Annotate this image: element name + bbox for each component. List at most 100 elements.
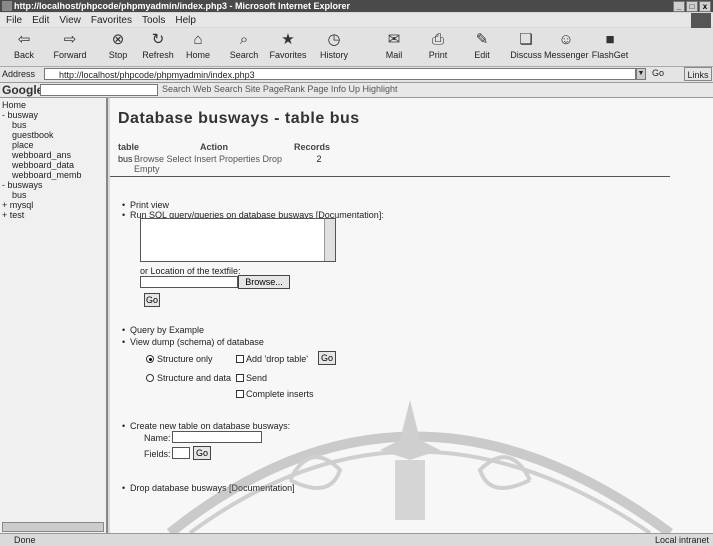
- discuss-button[interactable]: ❏ Discuss: [504, 30, 548, 60]
- refresh-icon: ↻: [151, 31, 165, 48]
- favorites-icon: ★: [281, 31, 295, 48]
- browser-toolbar: ⇦ Back ⇨ Forward ⊗ Stop ↻ Refresh ⌂ Home ⌕ Sea…: [0, 28, 713, 67]
- nav-table-webboard-ans[interactable]: webboard_ans: [2, 150, 106, 160]
- window-controls: _ □ x: [673, 1, 711, 12]
- send-label: Send: [246, 373, 268, 383]
- address-dropdown-icon[interactable]: ▼: [636, 68, 646, 80]
- nav-db-mysql[interactable]: + mysql: [2, 200, 106, 210]
- query-by-example-link[interactable]: Query by Example: [122, 325, 204, 335]
- nav-home[interactable]: Home: [2, 100, 106, 110]
- menu-file[interactable]: File: [6, 15, 22, 26]
- nav-table-webboard-memb[interactable]: webboard_memb: [2, 170, 106, 180]
- textfile-input[interactable]: [140, 276, 238, 288]
- search-button[interactable]: ⌕ Search: [222, 30, 266, 60]
- favorites-button[interactable]: ★ Favorites: [266, 30, 310, 60]
- name-label: Name:: [144, 433, 171, 443]
- nav-tree: Home - busway bus guestbook place webboa…: [0, 98, 106, 220]
- menu-bar: File Edit View Favorites Tools Help: [0, 13, 713, 27]
- stop-icon: ⊗: [111, 31, 125, 48]
- google-search-input[interactable]: [40, 84, 158, 96]
- row-records: 2: [316, 154, 322, 164]
- flashget-button[interactable]: ■ FlashGet: [588, 30, 632, 60]
- fields-count-input[interactable]: [172, 447, 190, 459]
- browse-button[interactable]: Browse...: [238, 275, 290, 289]
- address-input[interactable]: http://localhost/phpcode/phpmyadmin/inde…: [44, 68, 636, 80]
- address-bar: Address http://localhost/phpcode/phpmyad…: [0, 67, 713, 83]
- window-title: http://localhost/phpcode/phpmyadmin/inde…: [14, 1, 351, 11]
- structure-and-data-radio[interactable]: [146, 374, 154, 382]
- col-action: Action: [200, 142, 228, 152]
- print-button[interactable]: ⎙ Print: [416, 30, 460, 60]
- menu-tools[interactable]: Tools: [142, 15, 165, 26]
- window-titlebar: http://localhost/phpcode/phpmyadmin/inde…: [0, 0, 713, 12]
- mail-icon: ✉: [387, 31, 401, 48]
- back-arrow-icon: ⇦: [17, 31, 31, 48]
- maximize-button[interactable]: □: [686, 1, 698, 12]
- status-bar: Done Local intranet: [0, 533, 713, 546]
- links-button[interactable]: Links: [684, 67, 712, 81]
- col-table: table: [118, 142, 140, 152]
- create-table-go-button[interactable]: Go: [193, 446, 211, 460]
- add-drop-table-label: Add 'drop table': [246, 354, 308, 364]
- address-label: Address: [2, 69, 36, 79]
- menu-view[interactable]: View: [59, 15, 81, 26]
- main-frame: Database busways - table bus table Actio…: [110, 98, 713, 533]
- dump-go-button[interactable]: Go: [318, 351, 336, 365]
- google-logo[interactable]: Google: [2, 83, 43, 97]
- col-records: Records: [294, 142, 331, 152]
- mail-button[interactable]: ✉ Mail: [372, 30, 416, 60]
- nav-horizontal-scrollbar[interactable]: [2, 522, 104, 532]
- discuss-icon: ❏: [519, 31, 533, 48]
- back-button[interactable]: ⇦ Back: [2, 30, 46, 60]
- home-button[interactable]: ⌂ Home: [176, 30, 220, 60]
- edit-button[interactable]: ✎ Edit: [460, 30, 504, 60]
- create-table-label: Create new table on database busways:: [122, 421, 290, 431]
- messenger-button[interactable]: ☺ Messenger: [544, 30, 589, 60]
- menu-edit[interactable]: Edit: [32, 15, 49, 26]
- menu-help[interactable]: Help: [175, 15, 196, 26]
- history-button[interactable]: ◷ History: [312, 30, 356, 60]
- nav-db-test[interactable]: + test: [2, 210, 106, 220]
- nav-db-busways[interactable]: - busways: [2, 180, 106, 190]
- nav-table-place[interactable]: place: [2, 140, 106, 150]
- nav-frame: Home - busway bus guestbook place webboa…: [0, 98, 108, 533]
- status-zone: Local intranet: [654, 535, 709, 545]
- sql-query-textarea[interactable]: [140, 218, 336, 262]
- complete-inserts-checkbox[interactable]: [236, 390, 244, 398]
- minimize-button[interactable]: _: [673, 1, 685, 12]
- flashget-icon: ■: [605, 31, 615, 48]
- drop-database-link[interactable]: Drop database busways [Documentation]: [122, 483, 295, 493]
- new-table-name-input[interactable]: [172, 431, 262, 443]
- nav-table-guestbook[interactable]: guestbook: [2, 130, 106, 140]
- sql-go-button[interactable]: Go: [144, 293, 160, 307]
- home-icon: ⌂: [193, 31, 203, 48]
- nav-db-busway[interactable]: - busway: [2, 110, 106, 120]
- history-icon: ◷: [327, 31, 341, 48]
- textfile-location-label: or Location of the textfile:: [140, 266, 241, 276]
- structure-only-label: Structure only: [157, 354, 213, 364]
- complete-inserts-label: Complete inserts: [246, 389, 314, 399]
- row-actions[interactable]: Browse Select Insert Properties Drop Emp…: [134, 154, 294, 174]
- textarea-scrollbar[interactable]: [324, 219, 335, 261]
- forward-button[interactable]: ⇨ Forward: [48, 30, 92, 60]
- nav-table-webboard-data[interactable]: webboard_data: [2, 160, 106, 170]
- add-drop-table-checkbox[interactable]: [236, 355, 244, 363]
- forward-arrow-icon: ⇨: [63, 31, 77, 48]
- divider: [110, 176, 670, 177]
- google-toolbar: Google Search Web Search Site PageRank P…: [0, 83, 713, 98]
- refresh-button[interactable]: ↻ Refresh: [136, 30, 180, 60]
- google-toolbar-items[interactable]: Search Web Search Site PageRank Page Inf…: [162, 84, 397, 94]
- go-button[interactable]: Go: [652, 68, 664, 78]
- edit-icon: ✎: [475, 31, 489, 48]
- table-summary: table Action Records bus Browse Select I…: [118, 142, 344, 174]
- nav-table-bus-2[interactable]: bus: [2, 190, 106, 200]
- menu-favorites[interactable]: Favorites: [91, 15, 132, 26]
- messenger-icon: ☺: [558, 31, 574, 48]
- close-button[interactable]: x: [699, 1, 711, 12]
- row-table-name[interactable]: bus: [118, 154, 134, 174]
- send-checkbox[interactable]: [236, 374, 244, 382]
- stop-button[interactable]: ⊗ Stop: [96, 30, 140, 60]
- print-view-link[interactable]: Print view: [122, 200, 169, 210]
- nav-table-bus[interactable]: bus: [2, 120, 106, 130]
- structure-only-radio[interactable]: [146, 355, 154, 363]
